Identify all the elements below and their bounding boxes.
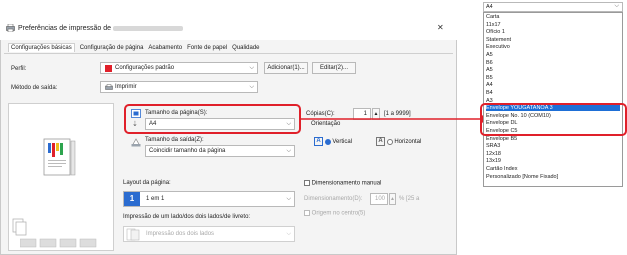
output-size-icon (131, 138, 141, 147)
dropdown-item[interactable]: Statement (486, 37, 620, 43)
layout-label: Layout da página: (123, 180, 171, 186)
dropdown-item[interactable]: A4 (486, 82, 620, 88)
duplex-label: Impressão de um lado/dos dois lados/de l… (123, 214, 251, 220)
dropdown-item[interactable]: 11x17 (486, 22, 620, 28)
close-icon[interactable]: ✕ (437, 23, 444, 32)
horizontal-radio[interactable] (386, 138, 393, 145)
layout-value: 1 em 1 (146, 196, 165, 202)
vertical-radio[interactable] (324, 138, 331, 145)
dropdown-item[interactable]: Personalizado [Nome Fixado] (486, 174, 620, 180)
landscape-icon: A (376, 137, 385, 146)
dropdown-item[interactable]: Executivo (486, 44, 620, 50)
manual-scaling-option[interactable]: Dimensionamento manual (304, 180, 381, 187)
chevron-down-icon: ⌵ (614, 3, 619, 9)
tab-bar: Configurações básicas Configuração de pág… (8, 43, 265, 52)
tab-finishing[interactable]: Acabamento (148, 45, 182, 51)
dropdown-item[interactable]: Cartão Index (486, 166, 620, 172)
dropdown-item[interactable]: Envelope B5 (486, 136, 620, 142)
portrait-icon: A (314, 137, 323, 146)
chevron-down-icon: ⌵ (249, 84, 254, 90)
dropdown-selected-value: A4 (486, 4, 493, 10)
duplex-select[interactable]: Impressão dos dois lados ⌵ (123, 226, 295, 242)
dropdown-item[interactable]: B4 (486, 90, 620, 96)
envelope-highlight-box (480, 103, 627, 136)
scaling-input[interactable]: 100 (370, 193, 388, 205)
horizontal-label: Horizontal (394, 139, 422, 146)
output-size-label: Tamanho da saída(Z): (145, 137, 204, 143)
page-preview-image (38, 135, 82, 179)
chevron-down-icon: ⌵ (286, 148, 291, 154)
window-title-text: Preferências de impressão de (18, 25, 111, 32)
callout-arrow (300, 110, 490, 126)
profile-value: Configurações padrão (115, 65, 175, 71)
origin-label: Origem no centro(5) (311, 210, 366, 217)
origin-option[interactable]: Origem no centro(5) (304, 210, 365, 217)
dropdown-item[interactable]: Ofício 1 (486, 29, 620, 35)
layout-select[interactable]: 1 1 em 1 ⌵ (123, 191, 295, 207)
profile-select[interactable]: Configurações padrão ⌵ (100, 62, 258, 74)
output-method-value: Imprimir (115, 84, 137, 90)
layout-number-icon: 1 (124, 192, 140, 206)
printer-name-redacted (113, 25, 183, 31)
printer-small-icon (105, 84, 113, 93)
profile-label: Perfil: (11, 66, 27, 72)
duplex-value: Impressão dos dois lados (146, 231, 215, 237)
manual-scaling-label: Dimensionamento manual (311, 180, 382, 187)
output-size-value: Coincidir tamanho da página (149, 148, 226, 154)
window-title: Preferências de impressão de (18, 25, 183, 32)
dropdown-item[interactable]: A5 (486, 52, 620, 58)
tab-page-setup[interactable]: Configuração de página (80, 45, 144, 51)
add-profile-button[interactable]: Adicionar(1)... (264, 62, 308, 74)
orientation-vertical-option[interactable]: A Vertical (314, 137, 352, 146)
chevron-down-icon: ⌵ (249, 65, 254, 71)
profile-icon (105, 65, 112, 72)
tab-quality[interactable]: Qualidade (232, 45, 259, 51)
dropdown-item[interactable]: SRA3 (486, 143, 620, 149)
edit-profile-button[interactable]: Editar(2)... (312, 62, 356, 74)
duplex-icon (126, 228, 140, 243)
view-mode-buttons[interactable] (19, 238, 100, 248)
vertical-label: Vertical (332, 139, 353, 146)
dropdown-item[interactable]: B6 (486, 60, 620, 66)
dropdown-item[interactable]: 12x18 (486, 151, 620, 157)
preview-thumbnail-icon (10, 218, 32, 236)
tab-paper-source[interactable]: Fonte de papel (187, 45, 227, 51)
dropdown-item[interactable]: 13x19 (486, 158, 620, 164)
scaling-field-label: Dimensionamento(D): (304, 196, 363, 202)
page-size-highlight-box (124, 104, 301, 134)
scaling-range: % [25 a (399, 196, 420, 202)
tab-basic-settings[interactable]: Configurações básicas (8, 43, 75, 52)
output-method-select[interactable]: Imprimir ⌵ (100, 81, 258, 93)
output-method-label: Método de saída: (11, 85, 58, 91)
scaling-value: 100 (374, 196, 385, 202)
page-size-dropdown-list: Carta 11x17 Ofício 1 Statement Executivo A5 B6… (483, 12, 623, 187)
printer-icon (6, 23, 15, 33)
scaling-spinner[interactable]: ▲ (389, 193, 396, 205)
dropdown-item[interactable]: A5 (486, 67, 620, 73)
tab-divider (4, 53, 453, 54)
orientation-horizontal-option[interactable]: A Horizontal (376, 137, 421, 146)
manual-scaling-checkbox[interactable] (304, 180, 310, 186)
dropdown-item[interactable]: B5 (486, 75, 620, 81)
dropdown-item[interactable]: Carta (486, 14, 620, 20)
output-size-select[interactable]: Coincidir tamanho da página ⌵ (145, 145, 295, 157)
dropdown-selected-field[interactable]: A4 ⌵ (483, 2, 623, 12)
origin-checkbox[interactable] (304, 210, 310, 216)
chevron-down-icon: ⌵ (286, 196, 291, 202)
chevron-down-icon: ⌵ (286, 231, 291, 237)
